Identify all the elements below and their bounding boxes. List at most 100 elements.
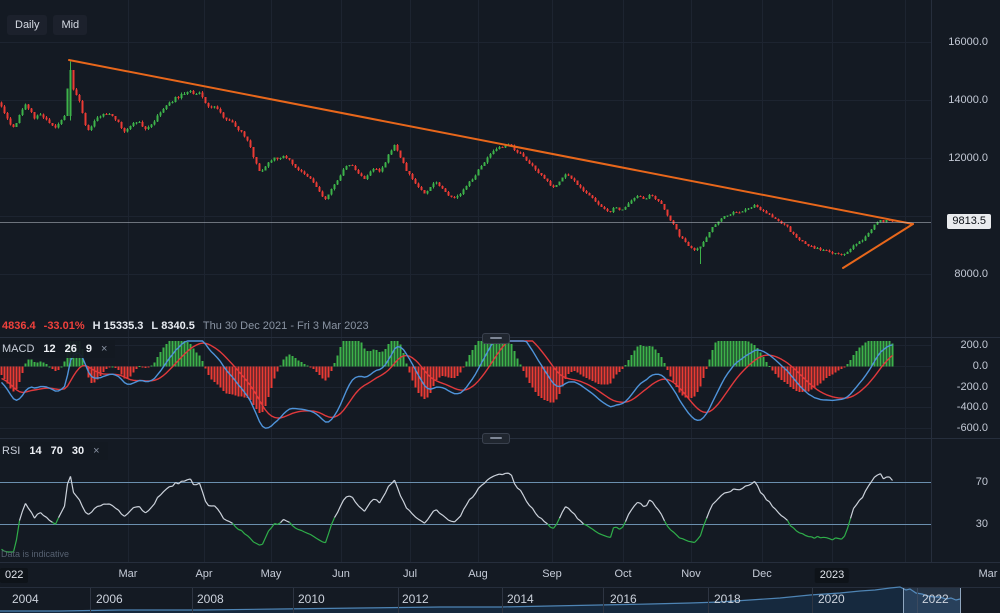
time-axis-label-oct: Oct [614,568,631,580]
macd-histogram-bar [298,361,300,367]
macd-histogram-bar [826,367,828,378]
candle-body [502,147,504,148]
macd-histogram-bar [883,341,885,367]
macd-histogram-bar [310,367,312,368]
rsi-close-icon[interactable]: × [93,445,99,457]
candle-body [85,113,87,125]
macd-histogram-bar [46,364,48,367]
timeframe-daily-button[interactable]: Daily [7,15,47,35]
candle-body [190,91,192,92]
macd-histogram-bar [658,353,660,367]
candle-body [73,70,75,90]
chart-canvas[interactable] [0,0,1000,613]
trendline-descending-resistance[interactable] [69,60,913,224]
macd-histogram-bar [169,341,171,367]
rsi-indicator-label: RSI [2,445,20,457]
candle-body [736,212,738,213]
macd-histogram-bar [832,367,834,375]
candle-body [757,205,759,207]
rsi-param-lower[interactable]: 30 [72,445,84,457]
candle-body [226,117,228,119]
candle-body [439,182,441,186]
ohlc-date-range: Thu 30 Dec 2021 - Fri 3 Mar 2023 [203,320,369,332]
rsi-param-upper[interactable]: 70 [51,445,63,457]
macd-histogram-bar [868,341,870,367]
candle-body [334,185,336,190]
candle-body [175,97,177,102]
candle-body [865,237,867,241]
time-axis-label-aug: Aug [468,568,488,580]
macd-histogram-bar [397,341,399,367]
macd-histogram-bar [502,341,504,367]
macd-histogram-bar [250,367,252,401]
macd-histogram-bar [139,366,141,367]
candle-body [772,215,774,218]
candle-body [544,175,546,179]
macd-close-icon[interactable]: × [101,343,107,355]
rsi-axis-tick: 30 [976,518,988,530]
candle-body [361,174,363,177]
rsi-line [20,473,893,524]
macd-histogram-bar [349,341,351,367]
rsi-param-period[interactable]: 14 [29,445,41,457]
macd-histogram-bar [577,367,579,373]
candle-body [259,163,261,171]
pane-resize-handle-macd[interactable] [482,333,510,344]
macd-histogram-bar [835,367,837,373]
macd-histogram-bar [361,343,363,367]
macd-axis-tick: -600.0 [957,422,988,434]
candle-body [667,210,669,216]
macd-lines [2,341,893,428]
macd-histogram-bar [778,367,780,378]
candle-body [481,166,483,170]
candle-body [169,102,171,105]
macd-histogram-bar [763,357,765,366]
macd-histogram-bar [304,364,306,367]
macd-histogram-bar [460,367,462,373]
ohlc-change-value: 4836.4 [2,320,36,332]
time-axis-label-mar: Mar [119,568,138,580]
macd-histogram-bar [457,367,459,376]
candle-body [235,122,237,126]
candle-body [601,205,603,207]
price-mid-button[interactable]: Mid [53,15,87,35]
macd-histogram-bar [280,366,282,367]
macd-histogram-bar [112,366,114,367]
macd-param-signal[interactable]: 9 [86,343,92,355]
macd-histogram-bar [859,348,861,367]
candle-body [358,170,360,173]
candle-body [484,163,486,166]
candle-body [727,215,729,216]
macd-histogram-bar [130,367,132,377]
macd-param-fast[interactable]: 12 [43,343,55,355]
candle-body [829,250,831,251]
macd-param-slow[interactable]: 26 [65,343,77,355]
macd-histogram-bar [376,350,378,367]
candle-body [118,120,120,123]
candle-body [49,119,51,122]
macd-histogram-bar [541,367,543,399]
candle-body [631,201,633,204]
macd-histogram-bar [445,367,447,377]
pane-resize-handle-rsi[interactable] [482,433,510,444]
macd-histogram-bar [589,367,591,380]
macd-histogram-bar [601,367,603,385]
candle-body [403,158,405,164]
candle-body [40,115,42,116]
navigator-year-2012: 2012 [402,593,429,605]
candle-body [730,215,732,216]
macd-histogram-bar [718,341,720,367]
candle-body [424,190,426,193]
macd-histogram-bar [829,367,831,376]
macd-histogram-bar [103,367,105,373]
candle-body [298,168,300,170]
macd-histogram-bar [727,341,729,367]
candle-body [112,114,114,116]
candle-body [664,204,666,209]
candle-body [124,128,126,132]
macd-histogram-bar [154,362,156,366]
candle-body [463,190,465,195]
candle-body [391,151,393,155]
macd-histogram-bar [712,350,714,366]
candle-body [880,220,882,222]
